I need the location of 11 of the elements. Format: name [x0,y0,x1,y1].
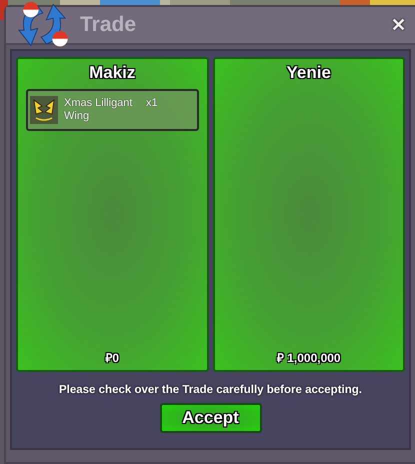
player-name: Makiz [89,63,136,83]
notice-text: Please check over the Trade carefully before accepting. [59,384,362,396]
window-title: Trade [80,13,138,37]
accept-button[interactable]: Accept [160,403,262,433]
item-quantity: x1 [146,97,158,109]
close-button[interactable]: ✕ [389,14,408,36]
item-slot[interactable]: Xmas Lilligant Wing x1 [26,89,198,131]
money-amount: ₽0 [105,350,120,366]
money-amount: ₽ 1,000,000 [276,350,341,366]
player-name: Yenie [286,63,331,83]
item-name: Xmas Lilligant Wing [64,97,134,123]
